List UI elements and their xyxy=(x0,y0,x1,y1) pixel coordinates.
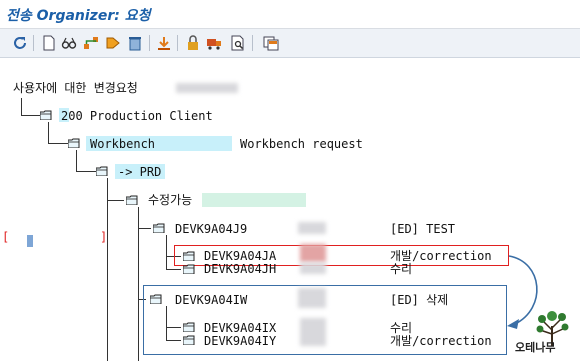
request-id[interactable]: DEVK9A04IW xyxy=(175,293,247,307)
refresh-icon[interactable] xyxy=(11,34,28,51)
window-title: 전송 Organizer: 요청 xyxy=(6,8,151,24)
request-description: [ED] 삭제 xyxy=(390,293,449,307)
lock-icon[interactable] xyxy=(184,34,201,51)
redacted-owner xyxy=(300,318,326,346)
checkout-icon[interactable] xyxy=(104,34,121,51)
target-node[interactable]: -> PRD xyxy=(118,165,161,179)
task-icon xyxy=(183,264,195,274)
task-description: 개발/correction xyxy=(390,249,492,263)
task-id[interactable]: DEVK9A04JH xyxy=(204,262,276,276)
bracket-right-mark: ] xyxy=(100,230,108,244)
task-id[interactable]: DEVK9A04JA xyxy=(204,249,276,263)
new-document-icon[interactable] xyxy=(40,34,57,51)
client-node[interactable]: 200 Production Client xyxy=(61,109,213,123)
request-description: [ED] TEST xyxy=(390,222,456,236)
folder-icon xyxy=(150,294,162,304)
redacted-owner xyxy=(300,244,326,262)
delete-icon[interactable] xyxy=(126,34,143,51)
task-description: 수리 xyxy=(390,262,413,276)
modifiable-node[interactable]: 수정가능 xyxy=(148,193,192,207)
workbench-node[interactable]: Workbench xyxy=(90,137,155,151)
title-bar: 전송 Organizer: 요청 xyxy=(0,0,580,29)
redacted-owner xyxy=(298,222,326,234)
folder-icon xyxy=(96,166,108,176)
search-doc-icon[interactable] xyxy=(229,34,246,51)
tree-root-label: 사용자에 대한 변경요청 xyxy=(13,81,138,95)
folder-icon xyxy=(126,195,138,205)
release-icon[interactable] xyxy=(155,34,172,51)
transport-truck-icon[interactable] xyxy=(205,34,222,51)
application-toolbar xyxy=(0,29,580,58)
watermark-text: 오테나무 xyxy=(515,341,556,354)
bracket-left-mark: [ xyxy=(2,230,10,244)
task-id[interactable]: DEVK9A04IX xyxy=(204,321,276,335)
folder-icon xyxy=(40,110,52,120)
redacted-owner xyxy=(298,288,326,308)
task-description: 개발/correction xyxy=(390,334,492,348)
layout-icon[interactable] xyxy=(262,34,279,51)
glasses-icon[interactable] xyxy=(60,34,77,51)
workbench-description: Workbench request xyxy=(240,137,363,151)
task-id[interactable]: DEVK9A04IY xyxy=(204,334,276,348)
hierarchy-icon[interactable] xyxy=(82,34,99,51)
task-description: 수리 xyxy=(390,321,413,335)
request-tree: 사용자에 대한 변경요청 200 Production Client Workb… xyxy=(0,58,580,361)
redacted-username xyxy=(176,83,238,93)
task-icon xyxy=(183,251,195,261)
cursor-mark xyxy=(27,235,33,247)
task-icon xyxy=(183,322,195,332)
task-icon xyxy=(183,335,195,345)
request-id[interactable]: DEVK9A04J9 xyxy=(175,222,247,236)
folder-icon xyxy=(68,138,80,148)
redacted-owner xyxy=(300,263,326,274)
folder-icon xyxy=(153,223,165,233)
